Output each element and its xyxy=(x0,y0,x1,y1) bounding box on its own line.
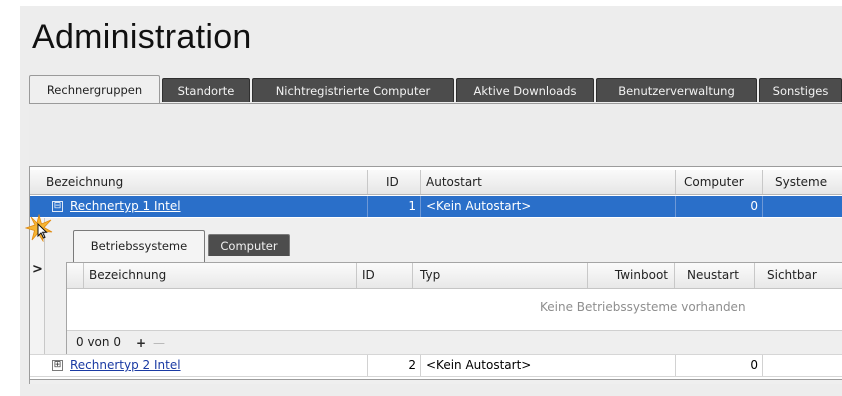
column-header-computer[interactable]: Computer xyxy=(675,170,762,194)
row-id: 1 xyxy=(367,196,420,217)
tab-computer[interactable]: Computer xyxy=(208,234,290,256)
column-header-id[interactable]: ID xyxy=(367,170,420,194)
row-computer: 0 xyxy=(675,355,762,376)
column-header-id[interactable]: ID xyxy=(356,263,412,288)
tab-standorte[interactable]: Standorte xyxy=(162,78,250,102)
column-header-systeme[interactable]: Systeme xyxy=(762,170,842,194)
column-header-bezeichnung[interactable]: Bezeichnung xyxy=(83,263,356,288)
collapse-icon[interactable]: ⊟ xyxy=(52,201,63,212)
column-header-sichtbar[interactable]: Sichtbar xyxy=(754,263,842,288)
tab-nichtregistrierte-computer[interactable]: Nichtregistrierte Computer xyxy=(252,78,454,102)
tab-aktive-downloads[interactable]: Aktive Downloads xyxy=(456,78,594,102)
page-title: Administration xyxy=(32,18,252,56)
pager-bar: 0 von 0 + — xyxy=(67,330,842,355)
inner-grid-header: Bezeichnung ID Typ Twinboot Neustart Sic… xyxy=(67,263,842,289)
cursor-highlight-icon xyxy=(25,214,53,242)
column-header-twinboot[interactable]: Twinboot xyxy=(587,263,674,288)
row-computer: 0 xyxy=(675,196,762,217)
tab-benutzerverwaltung[interactable]: Benutzerverwaltung xyxy=(596,78,757,102)
tab-betriebssysteme[interactable]: Betriebssysteme xyxy=(73,230,205,262)
empty-message: Keine Betriebssysteme vorhanden xyxy=(540,300,746,314)
column-header-neustart[interactable]: Neustart xyxy=(674,263,754,288)
column-header-autostart[interactable]: Autostart xyxy=(420,170,675,194)
column-header-bezeichnung[interactable]: Bezeichnung xyxy=(30,170,367,194)
expand-icon[interactable]: ⊞ xyxy=(52,360,63,371)
main-tab-strip: Rechnergruppen Standorte Nichtregistrier… xyxy=(29,75,842,104)
row-systeme xyxy=(762,196,842,217)
row-name-link[interactable]: Rechnertyp 2 Intel xyxy=(70,358,181,372)
table-row[interactable]: ⊞ Rechnertyp 2 Intel 2 <Kein Autostart> … xyxy=(30,354,842,377)
row-autostart: <Kein Autostart> xyxy=(420,355,675,376)
row-autostart: <Kein Autostart> xyxy=(420,196,675,217)
add-icon[interactable]: + xyxy=(134,337,148,349)
row-systeme xyxy=(762,355,842,376)
current-row-indicator-icon: > xyxy=(32,262,43,277)
remove-icon[interactable]: — xyxy=(152,337,166,349)
tab-sonstiges[interactable]: Sonstiges xyxy=(759,78,842,102)
column-header-typ[interactable]: Typ xyxy=(412,263,587,288)
table-row[interactable]: ⊟ Rechnertyp 1 Intel 1 <Kein Autostart> … xyxy=(30,196,842,217)
row-id: 2 xyxy=(367,355,420,376)
row-name-link[interactable]: Rechnertyp 1 Intel xyxy=(70,199,181,213)
grid-header: Bezeichnung ID Autostart Computer System… xyxy=(30,170,842,195)
pager-count: 0 von 0 xyxy=(76,335,121,349)
toolbar-area xyxy=(29,104,842,166)
column-header-indicator xyxy=(67,263,83,288)
tab-rechnergruppen[interactable]: Rechnergruppen xyxy=(29,75,160,104)
